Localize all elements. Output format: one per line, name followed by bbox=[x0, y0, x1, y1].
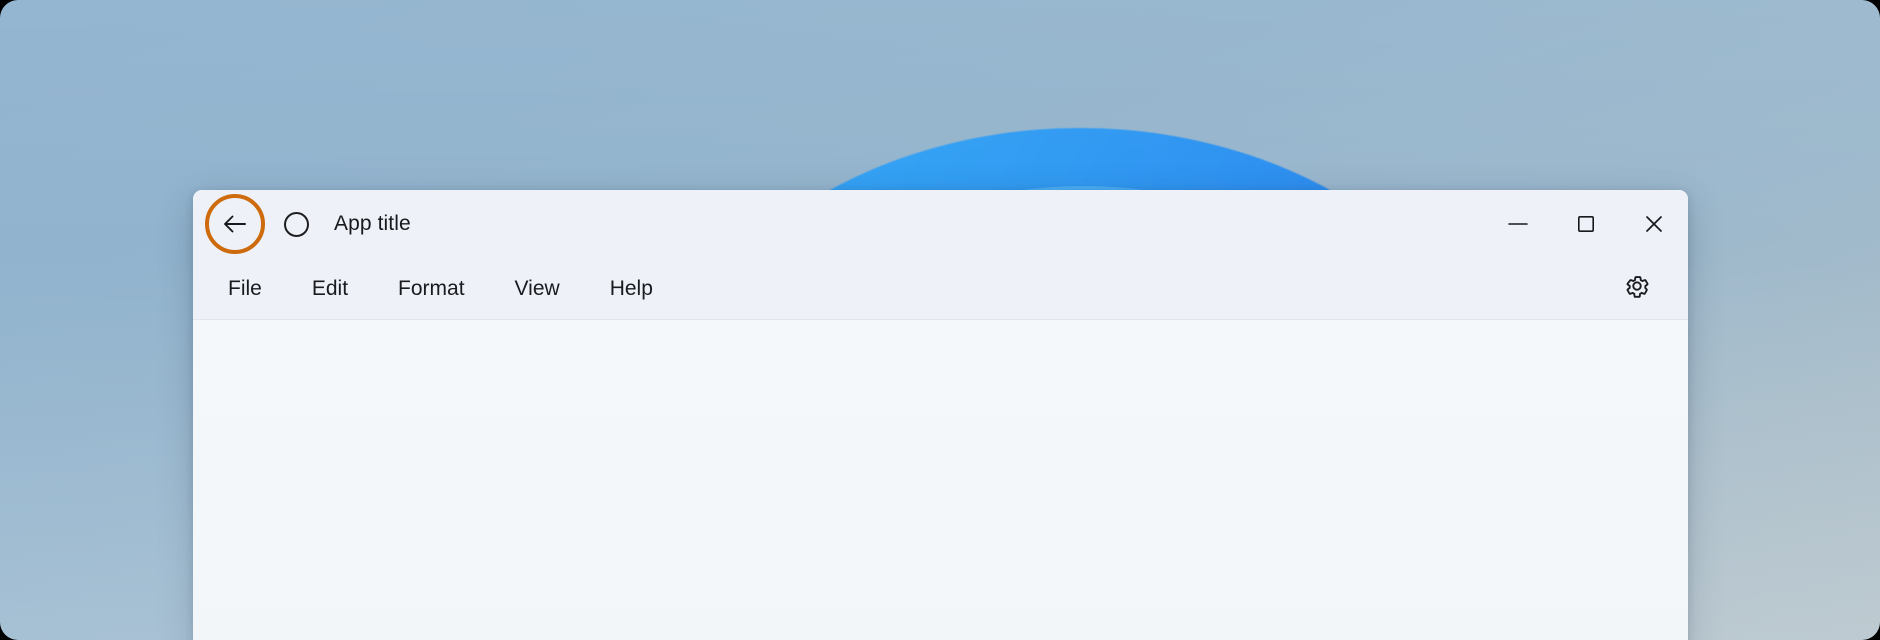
window-controls bbox=[1484, 190, 1688, 258]
desktop: App title File Edit Format View Help bbox=[0, 0, 1880, 640]
close-button[interactable] bbox=[1620, 190, 1688, 258]
close-icon bbox=[1643, 213, 1665, 235]
gear-icon bbox=[1623, 272, 1651, 305]
title-bar: App title bbox=[193, 190, 1688, 258]
minimize-button[interactable] bbox=[1484, 190, 1552, 258]
content-area[interactable] bbox=[193, 320, 1688, 640]
app-window: App title File Edit Format View Help bbox=[193, 190, 1688, 640]
back-button[interactable] bbox=[205, 194, 265, 254]
menu-item-edit[interactable]: Edit bbox=[295, 271, 365, 307]
app-icon bbox=[282, 210, 310, 238]
menu-item-format[interactable]: Format bbox=[381, 271, 482, 307]
circle-icon bbox=[283, 211, 309, 237]
settings-button[interactable] bbox=[1609, 266, 1665, 312]
minimize-icon bbox=[1507, 218, 1529, 230]
menu-item-help[interactable]: Help bbox=[593, 271, 670, 307]
maximize-button[interactable] bbox=[1552, 190, 1620, 258]
menu-bar: File Edit Format View Help bbox=[193, 258, 1688, 320]
maximize-icon bbox=[1576, 214, 1596, 234]
menu-item-file[interactable]: File bbox=[211, 271, 279, 307]
back-arrow-icon bbox=[222, 213, 248, 235]
menu-item-view[interactable]: View bbox=[498, 271, 577, 307]
window-title: App title bbox=[334, 212, 411, 235]
